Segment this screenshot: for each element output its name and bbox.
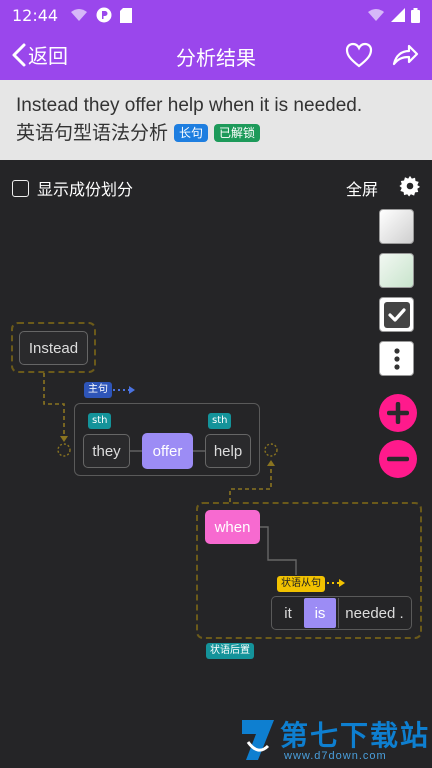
word-needed[interactable]: needed . [338, 598, 410, 628]
sth-tag-1: sth [88, 413, 112, 429]
back-button[interactable]: 返回 [10, 40, 68, 69]
plus-icon [387, 402, 409, 424]
zoom-out-button[interactable] [379, 440, 417, 478]
check-icon [383, 301, 410, 328]
more-vert-icon [393, 347, 400, 370]
gear-icon[interactable] [399, 175, 421, 197]
app-notification-icon [96, 7, 112, 23]
app-bar: 返回 分析结果 [0, 30, 432, 80]
heart-icon[interactable] [344, 40, 374, 70]
sentence-panel: Instead they offer help when it is neede… [0, 80, 432, 160]
wifi-icon [368, 9, 384, 21]
adverbial-clause-tag: 状语从句 [277, 576, 325, 592]
share-icon[interactable] [390, 40, 420, 70]
checkmark-button[interactable] [379, 297, 414, 332]
english-sentence: Instead they offer help when it is neede… [16, 95, 363, 116]
status-time: 12:44 [12, 5, 59, 25]
main-clause-tag: 主句 [84, 382, 112, 398]
show-components-label: 显示成份划分 [37, 180, 134, 199]
postposed-adverbial-tag: 状语后置 [206, 643, 254, 659]
word-is[interactable]: is [304, 598, 336, 628]
back-label: 返回 [28, 44, 68, 68]
signal-icon [391, 8, 405, 22]
unlocked-badge: 已解锁 [214, 124, 261, 142]
word-they[interactable]: they [83, 434, 130, 468]
battery-icon [411, 7, 420, 23]
word-it[interactable]: it [274, 598, 302, 628]
brand-logo-icon [242, 720, 274, 760]
sd-card-icon [120, 7, 133, 23]
sth-tag-2: sth [208, 413, 232, 429]
more-button[interactable] [379, 341, 414, 376]
show-components-toggle[interactable]: 显示成份划分 [12, 176, 133, 200]
fullscreen-button[interactable]: 全屏 [346, 176, 378, 200]
watermark-url: www.d7down.com [284, 750, 387, 762]
watermark-brand: 第七下载站 [280, 719, 431, 752]
status-bar: 12:44 [0, 0, 432, 30]
minus-icon [387, 456, 409, 462]
chevron-left-icon [12, 43, 26, 66]
show-components-checkbox[interactable] [12, 179, 29, 197]
analysis-label: 英语句型语法分析 [16, 122, 169, 144]
watermark: 第七下载站 www.d7down.com [236, 712, 432, 768]
color-swatch-white[interactable] [379, 209, 414, 244]
word-instead[interactable]: Instead [19, 331, 88, 365]
wifi-question-icon [71, 9, 88, 21]
word-when[interactable]: when [205, 510, 260, 544]
word-offer[interactable]: offer [142, 433, 193, 469]
zoom-in-button[interactable] [379, 394, 417, 432]
long-sentence-badge: 长句 [174, 124, 209, 142]
word-help[interactable]: help [205, 434, 251, 468]
color-swatch-green[interactable] [379, 253, 414, 288]
